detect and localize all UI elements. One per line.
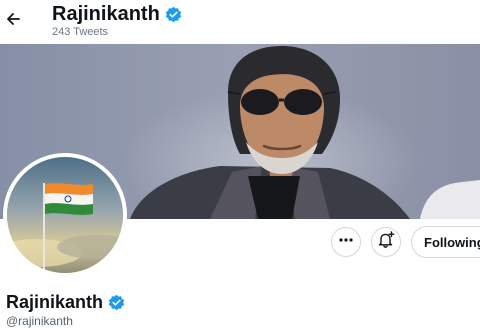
profile-name-row: Rajinikanth [6,292,125,313]
verified-badge-icon [108,294,125,311]
profile-handle: @rajinikanth [6,314,73,328]
profile-header: Rajinikanth 243 Tweets [0,0,480,44]
header-name-row: Rajinikanth [52,3,182,26]
more-dots-icon [338,232,354,253]
back-arrow-icon[interactable] [4,8,22,30]
verified-badge-icon [165,6,182,23]
notifications-button[interactable] [371,227,401,257]
avatar[interactable] [3,153,127,277]
more-button[interactable] [331,227,361,257]
tweet-count: 243 Tweets [52,26,109,38]
bell-plus-icon [377,230,395,254]
following-button[interactable]: Following [411,226,480,258]
profile-name: Rajinikanth [6,292,104,312]
profile-actions: Following [331,226,480,258]
header-name: Rajinikanth [52,3,160,25]
